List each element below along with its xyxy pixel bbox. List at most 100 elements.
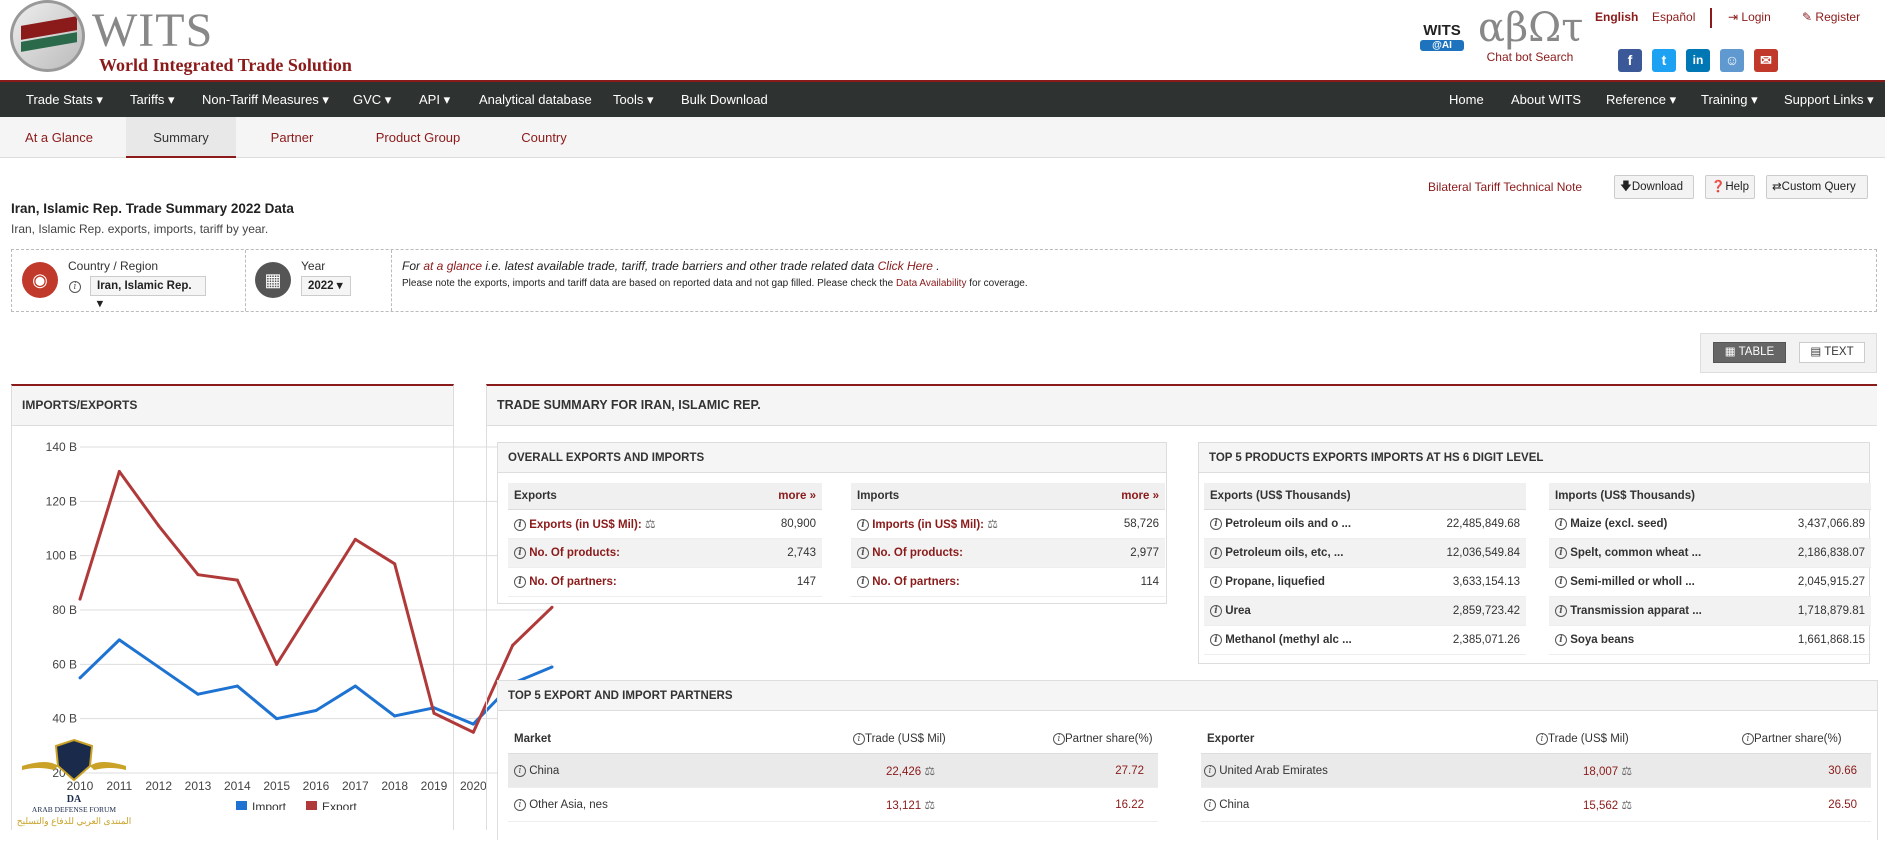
watermark-da: DA xyxy=(66,794,82,805)
product-name[interactable]: Maize (excl. seed) xyxy=(1567,518,1667,530)
at-a-glance-link[interactable]: at a glance xyxy=(423,259,482,273)
info-icon[interactable]: i xyxy=(1555,604,1567,617)
nav-support-links[interactable]: Support Links ▾ xyxy=(1784,92,1874,108)
product-name[interactable]: Petroleum oils, etc, ... xyxy=(1222,547,1343,559)
info-icon[interactable]: i xyxy=(1053,732,1065,745)
data-point-import xyxy=(196,692,200,696)
product-name[interactable]: Semi-milled or wholl ... xyxy=(1567,576,1695,588)
info-icon[interactable]: i xyxy=(1555,517,1567,530)
product-name[interactable]: Petroleum oils and o ... xyxy=(1222,518,1351,530)
scale-icon[interactable]: ⚖ xyxy=(1621,764,1632,778)
lang-english-link[interactable]: English xyxy=(1595,10,1638,24)
twitter-icon[interactable]: t xyxy=(1652,49,1676,72)
bilateral-tariff-note-link[interactable]: Bilateral Tariff Technical Note xyxy=(1428,180,1582,194)
nav-about-wits[interactable]: About WITS xyxy=(1511,92,1581,107)
country-dropdown[interactable]: Iran, Islamic Rep. ▾ xyxy=(90,276,206,310)
download-button[interactable]: 🡇Download xyxy=(1614,175,1694,199)
nav-tariffs[interactable]: Tariffs ▾ xyxy=(130,92,175,108)
imports-more-link[interactable]: more » xyxy=(1121,483,1159,510)
chatbot-search[interactable]: αβΩτ Chat bot Search xyxy=(1478,6,1583,64)
exports-more-link[interactable]: more » xyxy=(778,483,816,510)
facebook-icon[interactable]: f xyxy=(1618,49,1642,72)
wits-globe-logo[interactable] xyxy=(10,0,85,72)
table-row: i Imports (in US$ Mil): ⚖ 58,726 xyxy=(851,510,1165,539)
info-icon[interactable]: i xyxy=(1204,764,1216,777)
y-tick-label: 120 B xyxy=(46,494,77,508)
text-view-button[interactable]: ▤ TEXT xyxy=(1799,342,1865,363)
product-value: 3,437,066.89 xyxy=(1797,518,1865,530)
info-icon[interactable]: i xyxy=(514,764,526,777)
product-name[interactable]: Transmission apparat ... xyxy=(1567,605,1702,617)
table-view-button[interactable]: ▦ TABLE xyxy=(1713,342,1786,363)
help-button[interactable]: ❓Help xyxy=(1705,175,1755,199)
tab-summary[interactable]: Summary xyxy=(126,117,236,158)
info-icon[interactable]: i xyxy=(1210,517,1222,530)
info-icon[interactable]: i xyxy=(69,281,81,293)
scale-icon[interactable]: ⚖ xyxy=(924,764,935,778)
product-name[interactable]: Soya beans xyxy=(1567,634,1634,646)
top-imports-header: Imports (US$ Thousands) xyxy=(1549,483,1871,510)
tab-partner[interactable]: Partner xyxy=(244,117,340,158)
info-icon[interactable]: i xyxy=(1742,732,1754,745)
linkedin-icon[interactable]: in xyxy=(1686,49,1710,72)
nav-tools[interactable]: Tools ▾ xyxy=(613,92,654,108)
reddit-icon[interactable]: ☺ xyxy=(1720,49,1744,72)
nav-analytical-database[interactable]: Analytical database xyxy=(479,92,592,107)
nav-non-tariff-measures[interactable]: Non-Tariff Measures ▾ xyxy=(202,92,329,108)
scale-icon[interactable]: ⚖ xyxy=(924,798,935,812)
info-icon[interactable]: i xyxy=(514,518,526,531)
info-icon[interactable]: i xyxy=(1555,633,1567,646)
product-name[interactable]: Methanol (methyl alc ... xyxy=(1222,634,1352,646)
info-icon[interactable]: i xyxy=(857,518,869,531)
info-icon[interactable]: i xyxy=(1555,575,1567,588)
click-here-link[interactable]: Click Here xyxy=(878,259,933,273)
info-icon[interactable]: i xyxy=(857,575,869,588)
data-point-export xyxy=(353,537,357,541)
info-icon[interactable]: i xyxy=(853,732,865,745)
x-tick-label: 2020 xyxy=(460,779,487,793)
nav-trade-stats[interactable]: Trade Stats ▾ xyxy=(26,92,103,108)
top5-products-title: TOP 5 PRODUCTS EXPORTS IMPORTS AT HS 6 D… xyxy=(1199,443,1869,473)
info-icon[interactable]: i xyxy=(1210,633,1222,646)
nav-training[interactable]: Training ▾ xyxy=(1701,92,1758,108)
product-name[interactable]: Propane, liquefied xyxy=(1222,576,1325,588)
data-availability-link[interactable]: Data Availability xyxy=(896,278,966,289)
product-name[interactable]: Urea xyxy=(1222,605,1251,617)
sub-nav: At a Glance Summary Partner Product Grou… xyxy=(0,117,1885,158)
product-name[interactable]: Spelt, common wheat ... xyxy=(1567,547,1701,559)
nav-reference[interactable]: Reference ▾ xyxy=(1606,92,1676,108)
data-point-export xyxy=(78,597,82,601)
scale-icon[interactable]: ⚖ xyxy=(645,517,656,531)
scale-icon[interactable]: ⚖ xyxy=(1621,798,1632,812)
info-icon[interactable]: i xyxy=(857,546,869,559)
custom-query-button[interactable]: ⇄Custom Query xyxy=(1766,175,1868,199)
year-dropdown[interactable]: 2022 ▾ xyxy=(301,276,351,296)
tab-country[interactable]: Country xyxy=(500,117,588,158)
product-value: 3,633,154.13 xyxy=(1452,576,1520,588)
info-icon[interactable]: i xyxy=(514,575,526,588)
mail-icon[interactable]: ✉ xyxy=(1754,49,1778,72)
register-link[interactable]: ✎ Register xyxy=(1802,10,1860,24)
info-icon[interactable]: i xyxy=(514,798,526,811)
info-icon[interactable]: i xyxy=(1210,546,1222,559)
info-icon[interactable]: i xyxy=(514,546,526,559)
page-title: Iran, Islamic Rep. Trade Summary 2022 Da… xyxy=(11,201,294,216)
nav-api[interactable]: API ▾ xyxy=(419,92,450,108)
info-icon[interactable]: i xyxy=(1210,575,1222,588)
lang-espanol-link[interactable]: Español xyxy=(1652,10,1695,24)
tab-product-group[interactable]: Product Group xyxy=(360,117,476,158)
table-row: i No. Of products: 2,977 xyxy=(851,539,1165,568)
divider xyxy=(245,250,246,311)
info-icon[interactable]: i xyxy=(1536,732,1548,745)
nav-bulk-download[interactable]: Bulk Download xyxy=(681,92,768,107)
info-icon[interactable]: i xyxy=(1204,798,1216,811)
scale-icon[interactable]: ⚖ xyxy=(987,517,998,531)
nav-gvc[interactable]: GVC ▾ xyxy=(353,92,391,108)
nav-home[interactable]: Home xyxy=(1449,92,1484,107)
wits-ai-logo[interactable]: WITS @AI xyxy=(1420,22,1464,51)
info-icon[interactable]: i xyxy=(1555,546,1567,559)
wits-logo-text[interactable]: WITS xyxy=(92,6,213,56)
info-icon[interactable]: i xyxy=(1210,604,1222,617)
tab-at-a-glance[interactable]: At a Glance xyxy=(0,117,118,158)
login-link[interactable]: ⇥ Login xyxy=(1728,10,1771,24)
